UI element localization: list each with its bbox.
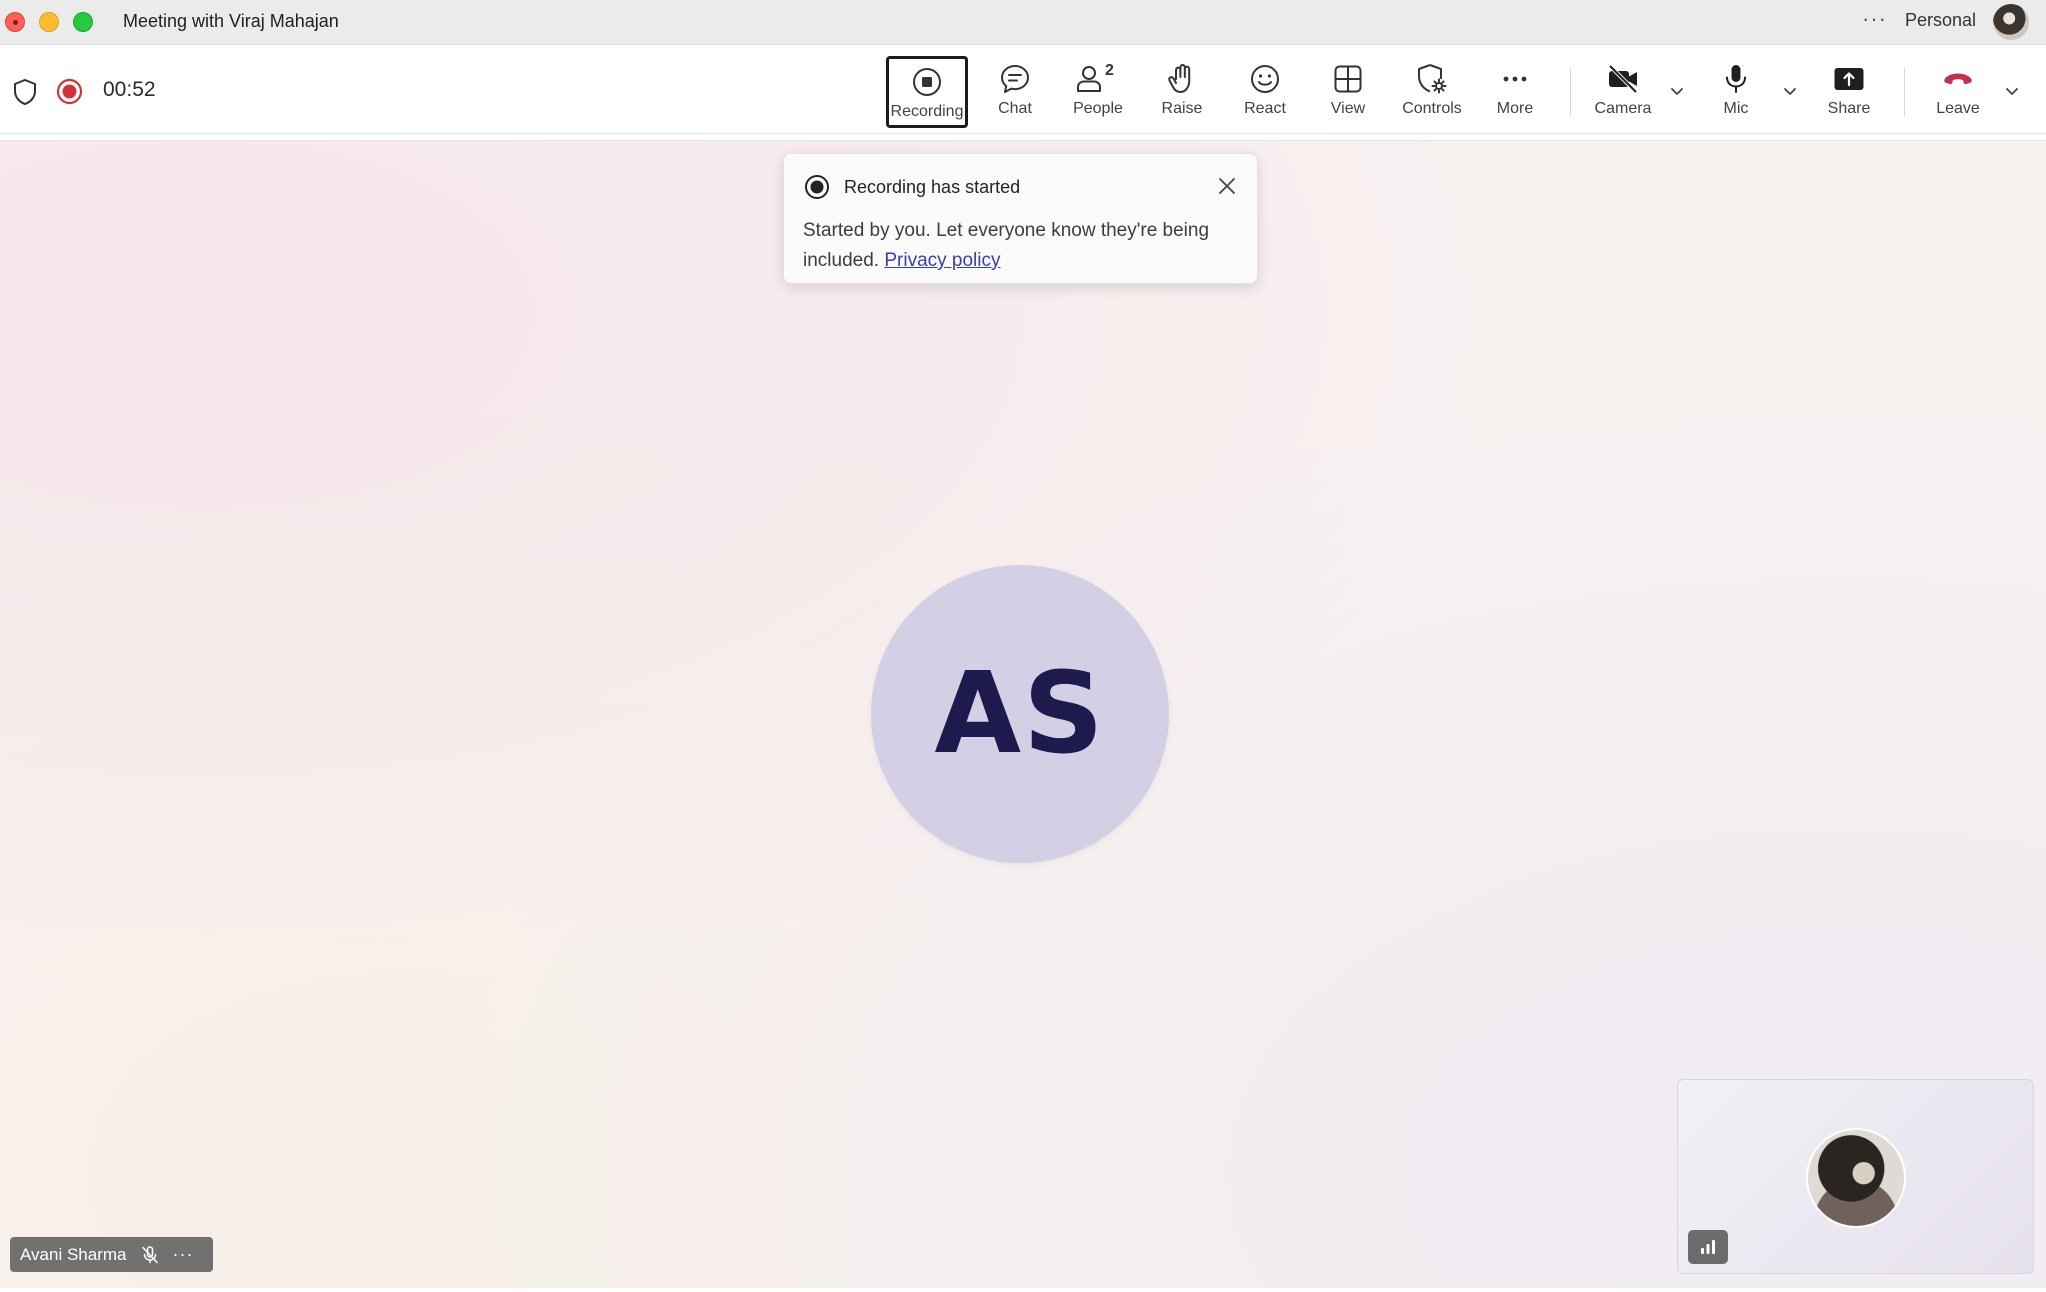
shield-gear-icon [1418,64,1447,94]
people-icon [1077,66,1101,92]
camera-options-chevron-icon[interactable] [1668,82,1686,100]
minimize-window-button[interactable] [39,12,59,32]
network-quality-button[interactable] [1688,1230,1728,1264]
record-dot-icon [805,175,829,199]
stop-record-icon [913,68,941,96]
more-label: More [1496,100,1534,117]
chat-icon [1001,65,1029,93]
raise-label: Raise [1161,100,1203,117]
mic-off-icon [142,1245,159,1263]
leave-button[interactable]: Leave [1918,56,1998,128]
toast-body: Started by you. Let everyone know they'r… [803,216,1243,276]
account-avatar[interactable] [1993,4,2029,40]
toolbar-divider [1904,68,1905,116]
controls-label: Controls [1402,100,1462,117]
mic-options-chevron-icon[interactable] [1781,82,1799,100]
window-title: Meeting with Viraj Mahajan [123,11,339,31]
participant-name-tag: Avani Sharma ··· [10,1237,213,1272]
people-count: 2 [1105,62,1114,79]
mic-button[interactable]: Mic [1696,56,1776,128]
signal-bars-icon [1701,1240,1715,1254]
meeting-timer: 00:52 [103,78,156,101]
camera-label: Camera [1594,100,1652,117]
recording-label: Recording [890,103,964,120]
share-button[interactable]: Share [1809,56,1889,128]
view-label: View [1330,100,1366,117]
leave-options-chevron-icon[interactable] [2003,82,2021,100]
close-icon[interactable] [1215,174,1239,198]
people-button[interactable]: 2 People [1058,56,1138,128]
recording-button[interactable]: Recording [886,56,968,128]
record-dot-icon [56,78,83,105]
chat-label: Chat [998,100,1032,117]
smiley-icon [1251,65,1279,93]
mic-icon [1726,65,1746,93]
meeting-toolbar: 00:52 Recording Chat 2 People Raise Reac… [0,46,2046,134]
account-label[interactable]: Personal [1905,10,1976,31]
window-titlebar: Meeting with Viraj Mahajan ··· Personal [0,0,2046,45]
recording-started-toast: Recording has started Started by you. Le… [783,153,1258,284]
participant-more-button[interactable]: ··· [172,1244,193,1265]
close-window-button[interactable] [5,12,25,32]
privacy-policy-link[interactable]: Privacy policy [884,250,1000,271]
raise-hand-button[interactable]: Raise [1142,56,1222,128]
share-tray-icon [1834,68,1864,90]
mic-label: Mic [1723,100,1749,117]
participant-avatar[interactable]: AS [871,565,1169,863]
participant-initials: AS [934,649,1106,779]
more-button[interactable]: More [1475,56,1555,128]
camera-off-icon [1608,64,1638,94]
view-button[interactable]: View [1308,56,1388,128]
share-label: Share [1827,100,1871,117]
people-label: People [1073,100,1123,117]
zoom-window-button[interactable] [73,12,93,32]
ellipsis-icon [1503,76,1527,82]
react-label: React [1244,100,1286,117]
chat-button[interactable]: Chat [975,56,1055,128]
leave-label: Leave [1936,100,1980,117]
camera-button[interactable]: Camera [1583,56,1663,128]
participant-name: Avani Sharma [20,1244,127,1264]
controls-button[interactable]: Controls [1392,56,1472,128]
title-more-button[interactable]: ··· [1862,6,1887,32]
toast-message: Started by you. Let everyone know they'r… [803,220,1210,271]
grid-icon [1334,65,1362,93]
toolbar-divider [1570,68,1571,116]
shield-icon[interactable] [12,78,38,106]
self-avatar [1806,1128,1906,1228]
phone-hangup-icon [1944,73,1972,85]
hand-icon [1168,64,1191,93]
react-button[interactable]: React [1225,56,1305,128]
toast-title: Recording has started [844,177,1021,197]
self-view-tile[interactable] [1677,1079,2034,1274]
